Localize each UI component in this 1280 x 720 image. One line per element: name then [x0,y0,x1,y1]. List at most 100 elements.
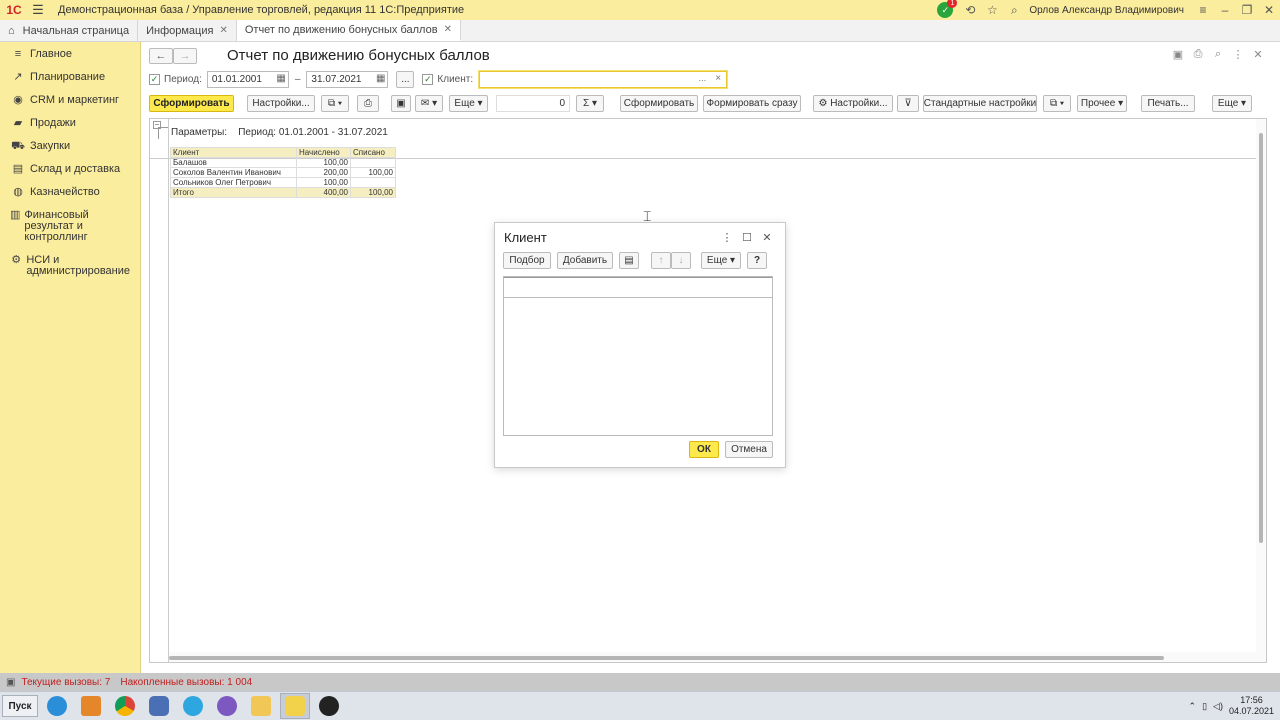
settings-menu-icon[interactable]: ≡ [1192,3,1214,17]
sidebar-item-treasury[interactable]: ◍ Казначейство [0,187,140,198]
taskbar-obs-icon[interactable] [314,693,344,719]
sidebar-item-label: Главное [30,48,73,60]
calendar-icon[interactable]: ▦ [376,73,385,84]
client-clear-button[interactable]: × [715,73,721,84]
close-tab-icon[interactable]: ✕ [444,24,452,35]
history-icon[interactable]: ⟲ [959,3,981,17]
taskbar-explorer-icon[interactable] [246,693,276,719]
pick-button[interactable]: Подбор [503,252,551,269]
volume-icon[interactable]: ◁) [1213,701,1223,712]
close-window-icon[interactable]: ✕ [1258,3,1280,17]
scroll-thumb[interactable] [169,656,1164,660]
generate-button-2[interactable]: Сформировать [620,94,698,112]
settings-button-2[interactable]: ⚙ Настройки... [813,94,893,112]
taskbar-discord-icon[interactable] [144,693,174,719]
tab-label: Начальная страница [22,24,130,37]
sidebar-item-main[interactable]: ≡ Главное [0,49,140,60]
cell-written-off [350,177,396,188]
sidebar-item-crm[interactable]: ◉ CRM и маркетинг [0,95,140,106]
performance-icon[interactable]: ▣ [6,677,15,688]
period-checkbox[interactable]: ✓ [149,73,160,85]
add-button[interactable]: Добавить [557,252,613,269]
scroll-thumb[interactable] [1259,133,1263,543]
more-actions-icon[interactable]: ⋮ [1228,48,1248,61]
column-header: Списано [350,147,396,158]
filter-button[interactable]: ⊽ [897,94,919,112]
preview-icon[interactable]: ⌕ [1208,48,1228,61]
send-dropdown[interactable]: ✉ ▾ [415,94,443,112]
print-menu-button[interactable]: Печать... [1141,94,1195,112]
other-dropdown[interactable]: Прочее ▾ [1077,94,1127,112]
client-dialog: Клиент ⋮ ☐ ✕ Подбор Добавить ▤ ↑ ↓ Еще ▾… [494,222,786,468]
sum-mode-dropdown[interactable]: Σ ▾ [576,94,604,112]
taskbar-ie-icon[interactable] [42,693,72,719]
generate-button[interactable]: Сформировать [149,94,234,112]
back-button[interactable]: ← [149,48,173,64]
ok-button[interactable]: ОК [689,441,719,458]
vertical-scrollbar[interactable] [1256,119,1266,662]
variants-dropdown[interactable]: ⧉ ▾ [321,94,349,112]
save-disk-icon: ▣ [396,97,406,109]
favorites-star-icon[interactable]: ☆ [981,3,1003,17]
print-icon[interactable]: ⎙ [1188,48,1208,61]
more-button[interactable]: Еще ▾ [449,94,488,112]
sidebar-item-label: НСИ и администрирование [26,254,131,277]
taskbar-viber-icon[interactable] [212,693,242,719]
dialog-maximize-icon[interactable]: ☐ [737,231,757,244]
table-row[interactable]: Сольников Олег Петрович 100,00 [170,177,396,188]
sidebar-item-warehouse[interactable]: ▤ Склад и доставка [0,164,140,175]
current-user[interactable]: Орлов Александр Владимирович [1029,5,1184,16]
search-icon[interactable]: ⌕ [1003,3,1025,18]
client-list[interactable] [503,276,773,436]
period-select-button[interactable]: ... [396,70,415,88]
dialog-more-icon[interactable]: ⋮ [717,231,737,244]
sidebar-item-admin[interactable]: ⚙ НСИ и администрирование [0,255,140,277]
sidebar-item-finance[interactable]: ▥ Финансовый результат и контроллинг [0,210,140,243]
settings-button[interactable]: Настройки... [247,94,315,112]
restore-icon[interactable]: ❐ [1236,3,1258,17]
taskbar-telegram-icon[interactable] [178,693,208,719]
move-down-button[interactable]: ↓ [671,252,691,269]
print-button[interactable]: ⎙ [357,94,379,112]
generate-now-button[interactable]: Формировать сразу [703,94,801,112]
sidebar-item-sales[interactable]: ▰ Продажи [0,118,140,129]
sidebar-item-purchases[interactable]: ⛟ Закупки [0,141,140,152]
taskbar-chrome-icon[interactable] [110,693,140,719]
table-row[interactable]: Соколов Валентин Иванович 200,00 100,00 [170,167,396,178]
tab-bonus-report[interactable]: Отчет по движению бонусных баллов ✕ [236,20,461,41]
dialog-more-button[interactable]: Еще ▾ [701,252,741,269]
clock[interactable]: 17:56 04.07.2021 [1229,695,1274,717]
save-button[interactable]: ▣ [391,94,411,112]
help-button[interactable]: ? [747,252,767,269]
client-select-button[interactable]: ... [699,73,707,83]
calendar-icon[interactable]: ▦ [276,73,285,84]
client-input[interactable]: ... × [479,70,728,88]
forward-button[interactable]: → [173,48,197,64]
date-to-field[interactable]: 31.07.2021 ▦ [306,70,389,88]
taskbar-media-player-icon[interactable] [76,693,106,719]
move-up-button[interactable]: ↑ [651,252,671,269]
sidebar-item-planning[interactable]: ↗ Планирование [0,72,140,83]
notifications-icon[interactable]: ✓ 1 [937,0,958,18]
table-row[interactable]: Балашов 100,00 [170,157,396,168]
standard-settings-button[interactable]: Стандартные настройки [923,94,1037,112]
close-form-icon[interactable]: ✕ [1248,48,1268,61]
minimize-icon[interactable]: – [1214,3,1236,17]
tray-expand-icon[interactable]: ⌃ [1189,701,1197,712]
network-icon[interactable]: ▯ [1202,701,1207,712]
taskbar-1c-icon[interactable] [280,693,310,719]
tab-information[interactable]: Информация ✕ [138,20,237,41]
horizontal-scrollbar[interactable] [169,652,1256,662]
dialog-close-icon[interactable]: ✕ [757,231,777,244]
tab-home[interactable]: ⌂ Начальная страница [0,20,139,41]
main-menu-icon[interactable]: ☰ [28,2,48,18]
more-button-2[interactable]: Еще ▾ [1212,94,1252,112]
copy-dropdown[interactable]: ⧉ ▾ [1043,94,1071,112]
cancel-button[interactable]: Отмена [725,441,773,458]
save-settings-icon[interactable]: ▣ [1168,48,1188,61]
close-tab-icon[interactable]: ✕ [219,25,227,36]
paste-button[interactable]: ▤ [619,252,639,269]
date-from-field[interactable]: 01.01.2001 ▦ [206,70,289,88]
client-checkbox[interactable]: ✓ [422,73,434,85]
start-button[interactable]: Пуск [2,695,38,717]
